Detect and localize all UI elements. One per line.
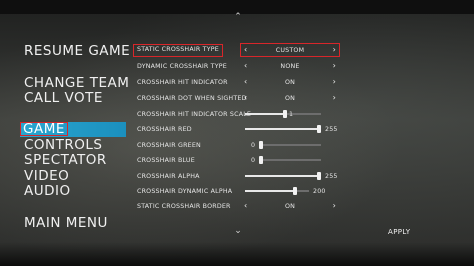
slider-fill xyxy=(245,128,321,130)
slider-value: 255 xyxy=(325,126,338,133)
chevron-right-icon[interactable]: › xyxy=(333,201,336,210)
slider-fill xyxy=(245,190,295,192)
option-selector[interactable]: ‹ ON › xyxy=(241,76,339,88)
slider-value: 0 xyxy=(251,142,256,149)
menu-item-main-menu[interactable]: MAIN MENU xyxy=(24,216,108,230)
menu-item-resume-game[interactable]: RESUME GAME xyxy=(24,44,130,58)
setting-crosshair-green[interactable]: CROSSHAIR GREEN 0 xyxy=(133,139,343,152)
menu-item-audio[interactable]: AUDIO xyxy=(24,184,71,198)
setting-crosshair-red[interactable]: CROSSHAIR RED 255 xyxy=(133,123,343,136)
chevron-right-icon[interactable]: › xyxy=(333,93,336,102)
slider-handle[interactable] xyxy=(317,125,321,133)
slider-value: 200 xyxy=(313,188,326,195)
slider-handle[interactable] xyxy=(259,141,263,149)
setting-label: CROSSHAIR GREEN xyxy=(137,142,201,149)
setting-static-crosshair-border[interactable]: STATIC CROSSHAIR BORDER ‹ ON › xyxy=(133,200,343,213)
setting-crosshair-hit-indicator-scale[interactable]: CROSSHAIR HIT INDICATOR SCALE 1 xyxy=(133,108,343,121)
chevron-left-icon[interactable]: ‹ xyxy=(244,61,247,70)
scroll-up-icon[interactable]: ⌃ xyxy=(232,12,244,22)
chevron-left-icon[interactable]: ‹ xyxy=(244,201,247,210)
chevron-right-icon[interactable]: › xyxy=(333,77,336,86)
chevron-right-icon[interactable]: › xyxy=(333,45,336,54)
setting-label: CROSSHAIR DYNAMIC ALPHA xyxy=(137,188,233,195)
slider-value: 0 xyxy=(251,157,256,164)
setting-crosshair-dot-when-sighted[interactable]: CROSSHAIR DOT WHEN SIGHTED ‹ ON › xyxy=(133,92,343,105)
chevron-right-icon[interactable]: › xyxy=(333,61,336,70)
slider-value: 255 xyxy=(325,173,338,180)
value-slider[interactable] xyxy=(245,187,309,195)
slider-fill xyxy=(245,175,321,177)
setting-crosshair-alpha[interactable]: CROSSHAIR ALPHA 255 xyxy=(133,170,343,183)
slider-handle[interactable] xyxy=(292,187,297,195)
setting-static-crosshair-type[interactable]: STATIC CROSSHAIR TYPE ‹ CUSTOM › xyxy=(133,43,343,57)
value-slider[interactable] xyxy=(245,125,321,133)
setting-label: CROSSHAIR RED xyxy=(137,126,192,133)
menu-item-controls[interactable]: CONTROLS xyxy=(24,138,103,152)
slider-handle[interactable] xyxy=(282,110,287,118)
selector-value: NONE xyxy=(280,63,300,70)
setting-label: CROSSHAIR HIT INDICATOR xyxy=(137,79,228,86)
value-slider[interactable] xyxy=(259,156,321,164)
setting-dynamic-crosshair-type[interactable]: DYNAMIC CROSSHAIR TYPE ‹ NONE › xyxy=(133,60,343,73)
menu-item-change-team[interactable]: CHANGE TEAM xyxy=(24,76,129,90)
selector-value: ON xyxy=(284,203,296,210)
setting-label: CROSSHAIR BLUE xyxy=(137,157,195,164)
option-selector[interactable]: ‹ ON › xyxy=(241,92,339,104)
slider-handle[interactable] xyxy=(259,156,263,164)
setting-label: STATIC CROSSHAIR TYPE xyxy=(133,44,223,57)
menu-item-video[interactable]: VIDEO xyxy=(24,169,69,183)
setting-crosshair-dynamic-alpha[interactable]: CROSSHAIR DYNAMIC ALPHA 200 xyxy=(133,185,343,198)
slider-value: 1 xyxy=(289,111,294,118)
menu-item-game[interactable]: GAME xyxy=(20,122,126,137)
slider-fill xyxy=(245,113,285,115)
chevron-left-icon[interactable]: ‹ xyxy=(244,93,247,102)
option-selector[interactable]: ‹ NONE › xyxy=(241,60,339,72)
value-slider[interactable] xyxy=(259,141,321,149)
slider-handle[interactable] xyxy=(317,172,321,180)
setting-label: STATIC CROSSHAIR BORDER xyxy=(137,203,231,210)
setting-crosshair-hit-indicator[interactable]: CROSSHAIR HIT INDICATOR ‹ ON › xyxy=(133,76,343,89)
value-slider[interactable] xyxy=(245,172,321,180)
setting-label: CROSSHAIR ALPHA xyxy=(137,173,200,180)
selector-value: ON xyxy=(284,79,296,86)
menu-item-spectator[interactable]: SPECTATOR xyxy=(24,153,107,167)
selector-value: ON xyxy=(284,95,296,102)
setting-crosshair-blue[interactable]: CROSSHAIR BLUE 0 xyxy=(133,154,343,167)
setting-label: DYNAMIC CROSSHAIR TYPE xyxy=(137,63,227,70)
scroll-down-icon[interactable]: ⌄ xyxy=(232,226,244,236)
menu-item-call-vote[interactable]: CALL VOTE xyxy=(24,91,103,105)
apply-button[interactable]: APPLY xyxy=(388,228,410,236)
selector-value: CUSTOM xyxy=(275,47,305,54)
value-slider[interactable] xyxy=(245,110,321,118)
option-selector[interactable]: ‹ CUSTOM › xyxy=(240,43,340,57)
chevron-left-icon[interactable]: ‹ xyxy=(244,45,247,54)
setting-label: CROSSHAIR HIT INDICATOR SCALE xyxy=(137,111,252,118)
option-selector[interactable]: ‹ ON › xyxy=(241,200,339,212)
setting-label: CROSSHAIR DOT WHEN SIGHTED xyxy=(137,95,247,102)
chevron-left-icon[interactable]: ‹ xyxy=(244,77,247,86)
